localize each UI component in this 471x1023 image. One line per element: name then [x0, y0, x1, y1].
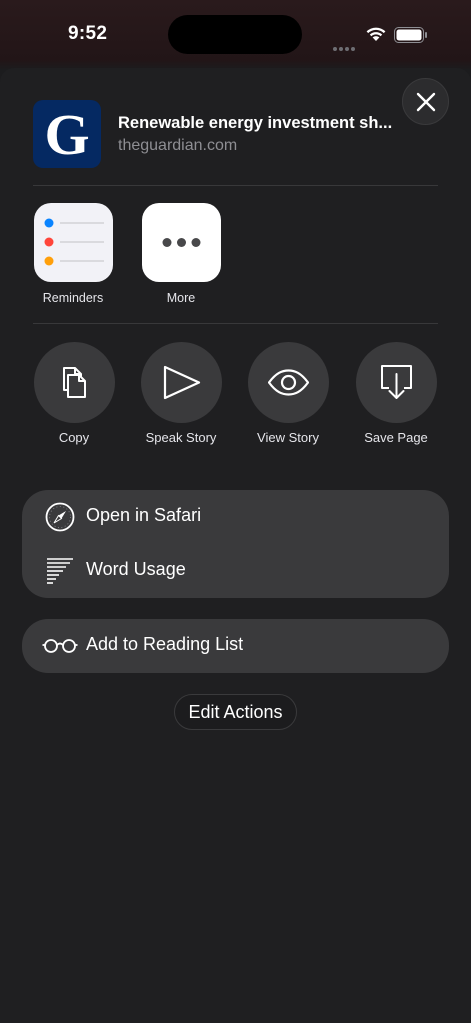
share-header: G Renewable energy investment sh... theg… [33, 100, 443, 170]
edit-actions-button[interactable]: Edit Actions [174, 694, 297, 730]
action-copy[interactable]: Copy [20, 342, 128, 445]
action-label: Save Page [364, 430, 428, 445]
dynamic-island [168, 15, 302, 54]
action-list-group: Open in Safari Word Usage [22, 490, 449, 598]
close-icon [416, 92, 436, 112]
view-story-button[interactable] [247, 342, 329, 423]
word-usage-row[interactable]: Word Usage [22, 544, 449, 598]
row-label: Word Usage [86, 559, 186, 579]
share-sheet: G Renewable energy investment sh... theg… [0, 68, 471, 1023]
open-in-safari-row[interactable]: Open in Safari [22, 490, 449, 544]
eye-icon [267, 369, 309, 396]
reminders-app-icon [33, 203, 113, 282]
action-view-story[interactable]: View Story [234, 342, 342, 445]
action-label: View Story [257, 430, 319, 445]
app-label: Reminders [42, 291, 104, 305]
download-icon [380, 365, 412, 399]
row-label: Open in Safari [86, 505, 202, 525]
compass-icon [45, 502, 75, 532]
add-to-reading-list-row[interactable]: Add to Reading List [22, 619, 449, 673]
wifi-icon [366, 27, 386, 41]
text-lines-icon [47, 558, 73, 584]
speak-story-button[interactable] [140, 342, 222, 423]
app-reminders[interactable]: Reminders [33, 203, 113, 305]
app-more[interactable]: More [141, 203, 221, 305]
copy-icon [62, 367, 86, 398]
action-speak-story[interactable]: Speak Story [127, 342, 235, 445]
action-save-page[interactable]: Save Page [342, 342, 450, 445]
share-subtitle: theguardian.com [118, 137, 238, 154]
cellular-signal-icon [333, 38, 357, 56]
reading-list-group: Add to Reading List [22, 619, 449, 673]
row-label: Add to Reading List [86, 634, 244, 654]
app-label: More [166, 291, 196, 305]
divider [33, 323, 438, 324]
save-page-button[interactable] [355, 342, 437, 423]
guardian-thumbnail: G [33, 100, 101, 168]
play-icon [163, 365, 200, 400]
action-label: Copy [58, 430, 90, 445]
share-title: Renewable energy investment sh... [118, 114, 393, 132]
screen: 9:52 G Renewable energy investment sh...… [0, 0, 471, 1023]
close-button[interactable] [402, 78, 449, 125]
action-label: Speak Story [145, 430, 217, 445]
guardian-logo-letter: G [44, 102, 90, 167]
divider [33, 185, 438, 186]
glasses-icon [42, 639, 78, 653]
more-ellipsis-icon [141, 203, 221, 282]
status-time: 9:52 [68, 23, 108, 44]
battery-icon [394, 27, 427, 43]
copy-button[interactable] [33, 342, 115, 423]
